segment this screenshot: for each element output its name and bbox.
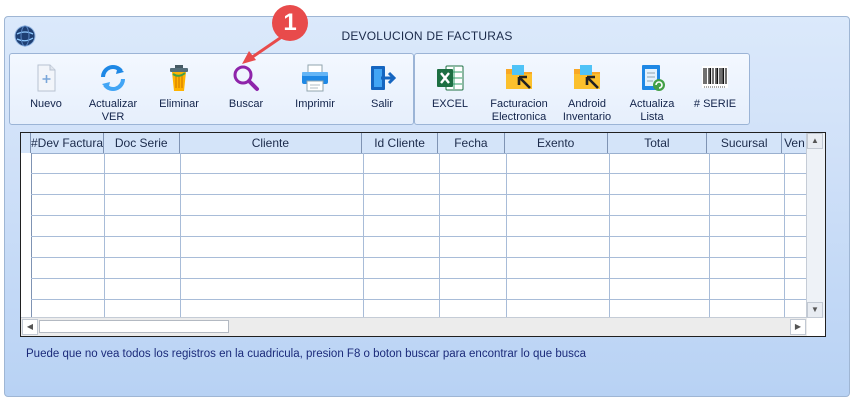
android-inventario-button[interactable]: Android Inventario bbox=[557, 62, 617, 124]
list-refresh-icon bbox=[642, 65, 665, 91]
buscar-button[interactable]: Buscar bbox=[224, 62, 268, 111]
column-header-cliente[interactable]: Cliente bbox=[180, 133, 363, 153]
column-divider bbox=[363, 153, 364, 318]
table-row bbox=[31, 215, 807, 216]
column-divider bbox=[104, 153, 105, 318]
facturas-grid[interactable]: #Dev Factura Doc Serie Cliente Id Client… bbox=[20, 132, 826, 337]
window-title: DEVOLUCION DE FACTURAS bbox=[341, 29, 513, 43]
vertical-scrollbar[interactable]: ▲ ▼ bbox=[806, 133, 825, 318]
table-row bbox=[31, 278, 807, 279]
folder-arrow-icon bbox=[574, 65, 600, 89]
table-row bbox=[31, 236, 807, 237]
column-divider bbox=[439, 153, 440, 318]
grid-rows bbox=[31, 153, 807, 318]
grid-header: #Dev Factura Doc Serie Cliente Id Client… bbox=[21, 133, 808, 154]
actualiza-lista-button[interactable]: Actualiza Lista bbox=[625, 62, 679, 124]
doc-plus-icon bbox=[37, 64, 56, 92]
column-header-exento[interactable]: Exento bbox=[505, 133, 608, 153]
column-header-doc-serie[interactable]: Doc Serie bbox=[104, 133, 180, 153]
toolbar-main: Nuevo Actualizar VER Eliminar Buscar Imp… bbox=[9, 53, 414, 125]
scroll-up-icon[interactable]: ▲ bbox=[807, 133, 823, 149]
table-row bbox=[31, 173, 807, 174]
horizontal-scrollbar[interactable]: ◀ ▶ bbox=[21, 317, 807, 336]
column-divider bbox=[709, 153, 710, 318]
eliminar-button[interactable]: Eliminar bbox=[156, 62, 202, 111]
column-header-fecha[interactable]: Fecha bbox=[438, 133, 505, 153]
table-row bbox=[31, 194, 807, 195]
salir-button[interactable]: Salir bbox=[360, 62, 404, 111]
printer-icon bbox=[302, 64, 328, 92]
barcode-icon bbox=[702, 66, 728, 88]
refresh-icon bbox=[101, 65, 125, 91]
column-header-id-cliente[interactable]: Id Cliente bbox=[362, 133, 438, 153]
scroll-down-icon[interactable]: ▼ bbox=[807, 302, 823, 318]
exit-icon bbox=[371, 66, 397, 90]
scroll-left-icon[interactable]: ◀ bbox=[22, 319, 38, 335]
row-indicator-header bbox=[21, 133, 31, 153]
horizontal-scroll-thumb[interactable] bbox=[39, 320, 229, 333]
actualizar-ver-button[interactable]: Actualizar VER bbox=[84, 62, 142, 124]
column-divider bbox=[784, 153, 785, 318]
folder-arrow-icon bbox=[506, 65, 532, 89]
status-message: Puede que no vea todos los registros en … bbox=[26, 348, 587, 360]
column-divider bbox=[180, 153, 181, 318]
column-header-sucursal[interactable]: Sucursal bbox=[707, 133, 783, 153]
table-row bbox=[31, 299, 807, 300]
excel-button[interactable]: EXCEL bbox=[425, 62, 475, 111]
trash-icon bbox=[170, 65, 188, 91]
annotation-arrow-icon bbox=[242, 32, 288, 64]
column-divider bbox=[609, 153, 610, 318]
excel-icon bbox=[437, 65, 464, 91]
column-divider bbox=[506, 153, 507, 318]
devolucion-window: DEVOLUCION DE FACTURAS Nuevo Actualizar … bbox=[4, 16, 850, 397]
table-row bbox=[31, 257, 807, 258]
scroll-right-icon[interactable]: ▶ bbox=[790, 319, 806, 335]
column-header-ven[interactable]: Ven bbox=[782, 133, 808, 153]
serie-button[interactable]: # SERIE bbox=[687, 62, 743, 111]
imprimir-button[interactable]: Imprimir bbox=[290, 62, 340, 111]
column-header-total[interactable]: Total bbox=[608, 133, 708, 153]
toolbar-extra: EXCEL Facturacion Electronica Android In… bbox=[414, 53, 750, 125]
nuevo-button[interactable]: Nuevo bbox=[24, 62, 68, 111]
facturacion-electronica-button[interactable]: Facturacion Electronica bbox=[483, 62, 555, 124]
column-header-dev-factura[interactable]: #Dev Factura bbox=[31, 133, 104, 153]
